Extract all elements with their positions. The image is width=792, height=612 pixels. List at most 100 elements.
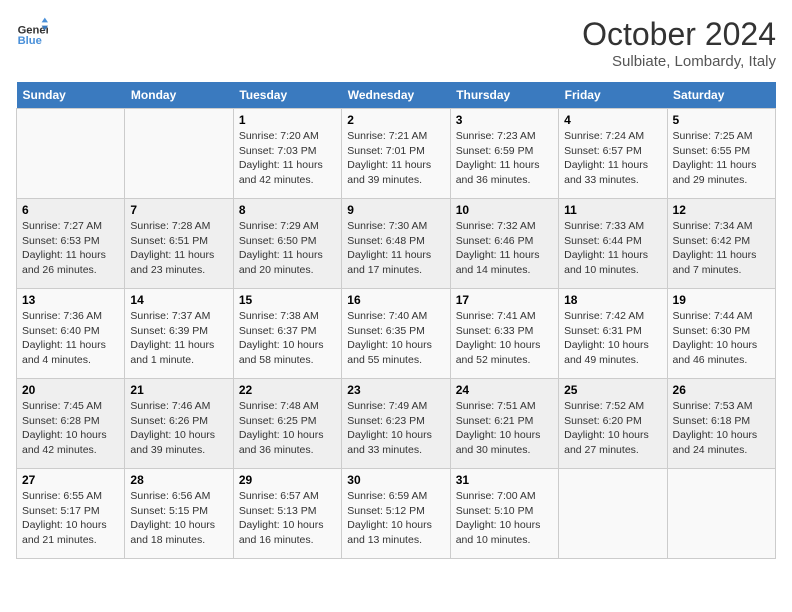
day-number: 12: [673, 203, 770, 217]
page-header: General Blue October 2024 Sulbiate, Lomb…: [16, 16, 776, 70]
day-number: 28: [130, 473, 227, 487]
calendar-cell: 1Sunrise: 7:20 AM Sunset: 7:03 PM Daylig…: [233, 109, 341, 199]
day-info: Sunrise: 7:28 AM Sunset: 6:51 PM Dayligh…: [130, 219, 227, 278]
day-number: 23: [347, 383, 444, 397]
calendar-header-row: SundayMondayTuesdayWednesdayThursdayFrid…: [17, 82, 776, 109]
day-number: 31: [456, 473, 553, 487]
day-info: Sunrise: 7:27 AM Sunset: 6:53 PM Dayligh…: [22, 219, 119, 278]
day-number: 2: [347, 113, 444, 127]
calendar-cell: 14Sunrise: 7:37 AM Sunset: 6:39 PM Dayli…: [125, 289, 233, 379]
calendar-cell: [667, 469, 775, 559]
calendar-cell: [17, 109, 125, 199]
day-number: 11: [564, 203, 661, 217]
calendar-cell: [559, 469, 667, 559]
calendar-cell: 23 Sunrise: 7:49 AM Sunset: 6:23 PM Dayli…: [342, 379, 450, 469]
day-number: 18: [564, 293, 661, 307]
calendar-cell: 4 Sunrise: 7:24 AM Sunset: 6:57 PM Daylig…: [559, 109, 667, 199]
day-number: 9: [347, 203, 444, 217]
day-number: 17: [456, 293, 553, 307]
calendar-cell: 11 Sunrise: 7:33 AM Sunset: 6:44 PM Dayli…: [559, 199, 667, 289]
day-info: Sunrise: 7:38 AM Sunset: 6:37 PM Dayligh…: [239, 309, 336, 368]
day-number: 1: [239, 113, 336, 127]
header-tuesday: Tuesday: [233, 82, 341, 109]
day-number: 3: [456, 113, 553, 127]
day-number: 13: [22, 293, 119, 307]
calendar-cell: 24Sunrise: 7:51 AM Sunset: 6:21 PM Dayli…: [450, 379, 558, 469]
day-info: Sunrise: 7:46 AM Sunset: 6:26 PM Dayligh…: [130, 399, 227, 458]
day-info: Sunrise: 7:00 AM Sunset: 5:10 PM Dayligh…: [456, 489, 553, 548]
header-wednesday: Wednesday: [342, 82, 450, 109]
svg-text:Blue: Blue: [18, 35, 42, 47]
header-sunday: Sunday: [17, 82, 125, 109]
day-number: 5: [673, 113, 770, 127]
calendar-cell: [125, 109, 233, 199]
calendar-cell: 9Sunrise: 7:30 AM Sunset: 6:48 PM Daylig…: [342, 199, 450, 289]
day-number: 29: [239, 473, 336, 487]
calendar-cell: 15 Sunrise: 7:38 AM Sunset: 6:37 PM Dayli…: [233, 289, 341, 379]
day-number: 20: [22, 383, 119, 397]
month-title: October 2024: [582, 16, 776, 53]
day-info: Sunrise: 6:56 AM Sunset: 5:15 PM Dayligh…: [130, 489, 227, 548]
title-block: October 2024 Sulbiate, Lombardy, Italy: [582, 16, 776, 70]
logo: General Blue: [16, 16, 48, 48]
day-info: Sunrise: 7:34 AM Sunset: 6:42 PM Dayligh…: [673, 219, 770, 278]
day-info: Sunrise: 7:53 AM Sunset: 6:18 PM Dayligh…: [673, 399, 770, 458]
day-info: Sunrise: 7:23 AM Sunset: 6:59 PM Dayligh…: [456, 129, 553, 188]
day-number: 14: [130, 293, 227, 307]
day-number: 8: [239, 203, 336, 217]
day-info: Sunrise: 7:48 AM Sunset: 6:25 PM Dayligh…: [239, 399, 336, 458]
calendar-cell: 26 Sunrise: 7:53 AM Sunset: 6:18 PM Dayli…: [667, 379, 775, 469]
calendar-cell: 27 Sunrise: 6:55 AM Sunset: 5:17 PM Dayli…: [17, 469, 125, 559]
day-number: 30: [347, 473, 444, 487]
logo-icon: General Blue: [16, 16, 48, 48]
day-info: Sunrise: 7:40 AM Sunset: 6:35 PM Dayligh…: [347, 309, 444, 368]
calendar-cell: 12 Sunrise: 7:34 AM Sunset: 6:42 PM Dayli…: [667, 199, 775, 289]
day-info: Sunrise: 7:49 AM Sunset: 6:23 PM Dayligh…: [347, 399, 444, 458]
day-number: 26: [673, 383, 770, 397]
calendar-cell: 28 Sunrise: 6:56 AM Sunset: 5:15 PM Dayli…: [125, 469, 233, 559]
calendar-week-5: 27 Sunrise: 6:55 AM Sunset: 5:17 PM Dayli…: [17, 469, 776, 559]
day-info: Sunrise: 7:42 AM Sunset: 6:31 PM Dayligh…: [564, 309, 661, 368]
calendar-week-4: 20 Sunrise: 7:45 AM Sunset: 6:28 PM Dayli…: [17, 379, 776, 469]
day-info: Sunrise: 7:25 AM Sunset: 6:55 PM Dayligh…: [673, 129, 770, 188]
header-thursday: Thursday: [450, 82, 558, 109]
day-number: 4: [564, 113, 661, 127]
day-info: Sunrise: 7:32 AM Sunset: 6:46 PM Dayligh…: [456, 219, 553, 278]
header-friday: Friday: [559, 82, 667, 109]
location-subtitle: Sulbiate, Lombardy, Italy: [582, 53, 776, 70]
calendar-cell: 16 Sunrise: 7:40 AM Sunset: 6:35 PM Dayli…: [342, 289, 450, 379]
calendar-cell: 25 Sunrise: 7:52 AM Sunset: 6:20 PM Dayli…: [559, 379, 667, 469]
calendar-cell: 21 Sunrise: 7:46 AM Sunset: 6:26 PM Dayli…: [125, 379, 233, 469]
header-saturday: Saturday: [667, 82, 775, 109]
day-number: 16: [347, 293, 444, 307]
day-number: 15: [239, 293, 336, 307]
calendar-cell: 31 Sunrise: 7:00 AM Sunset: 5:10 PM Dayli…: [450, 469, 558, 559]
day-info: Sunrise: 7:33 AM Sunset: 6:44 PM Dayligh…: [564, 219, 661, 278]
calendar-cell: 22Sunrise: 7:48 AM Sunset: 6:25 PM Dayli…: [233, 379, 341, 469]
calendar-cell: 5 Sunrise: 7:25 AM Sunset: 6:55 PM Daylig…: [667, 109, 775, 199]
day-number: 10: [456, 203, 553, 217]
day-info: Sunrise: 7:24 AM Sunset: 6:57 PM Dayligh…: [564, 129, 661, 188]
day-info: Sunrise: 7:29 AM Sunset: 6:50 PM Dayligh…: [239, 219, 336, 278]
day-info: Sunrise: 6:55 AM Sunset: 5:17 PM Dayligh…: [22, 489, 119, 548]
calendar-cell: 30 Sunrise: 6:59 AM Sunset: 5:12 PM Dayli…: [342, 469, 450, 559]
header-monday: Monday: [125, 82, 233, 109]
calendar-cell: 13 Sunrise: 7:36 AM Sunset: 6:40 PM Dayli…: [17, 289, 125, 379]
calendar-table: SundayMondayTuesdayWednesdayThursdayFrid…: [16, 82, 776, 559]
day-info: Sunrise: 7:36 AM Sunset: 6:40 PM Dayligh…: [22, 309, 119, 368]
day-info: Sunrise: 6:59 AM Sunset: 5:12 PM Dayligh…: [347, 489, 444, 548]
calendar-cell: 29 Sunrise: 6:57 AM Sunset: 5:13 PM Dayli…: [233, 469, 341, 559]
calendar-cell: 2Sunrise: 7:21 AM Sunset: 7:01 PM Daylig…: [342, 109, 450, 199]
day-info: Sunrise: 7:52 AM Sunset: 6:20 PM Dayligh…: [564, 399, 661, 458]
day-number: 21: [130, 383, 227, 397]
day-info: Sunrise: 7:45 AM Sunset: 6:28 PM Dayligh…: [22, 399, 119, 458]
calendar-cell: 6 Sunrise: 7:27 AM Sunset: 6:53 PM Daylig…: [17, 199, 125, 289]
calendar-cell: 19Sunrise: 7:44 AM Sunset: 6:30 PM Dayli…: [667, 289, 775, 379]
calendar-cell: 17Sunrise: 7:41 AM Sunset: 6:33 PM Dayli…: [450, 289, 558, 379]
calendar-week-3: 13 Sunrise: 7:36 AM Sunset: 6:40 PM Dayli…: [17, 289, 776, 379]
day-number: 25: [564, 383, 661, 397]
day-info: Sunrise: 6:57 AM Sunset: 5:13 PM Dayligh…: [239, 489, 336, 548]
calendar-week-1: 1Sunrise: 7:20 AM Sunset: 7:03 PM Daylig…: [17, 109, 776, 199]
day-number: 6: [22, 203, 119, 217]
day-number: 27: [22, 473, 119, 487]
